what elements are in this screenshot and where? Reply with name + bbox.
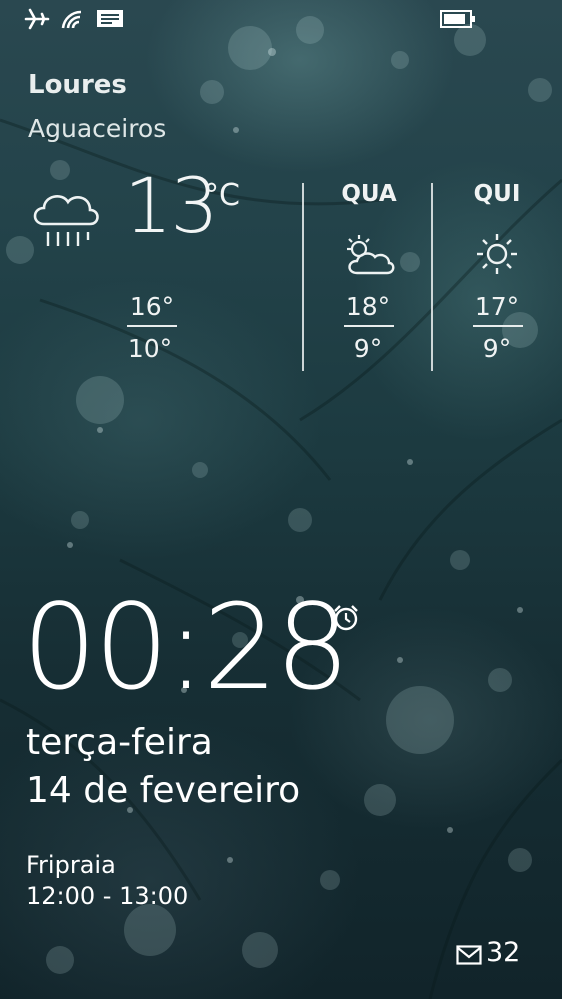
calendar-event-title: Fripraia <box>26 851 116 879</box>
mail-count: 32 <box>486 937 521 968</box>
alarm-clock-icon <box>332 604 360 632</box>
temp-divider-line <box>473 325 523 327</box>
mail-icon <box>456 945 482 965</box>
battery-icon <box>440 10 476 32</box>
forecast-day-2-low: 9° <box>482 334 512 363</box>
forecast-day-2-label: QUI <box>473 181 521 207</box>
rain-cloud-icon <box>28 188 104 254</box>
weekday-label: terça-feira <box>26 722 213 763</box>
background-rain-image <box>0 16 562 999</box>
calendar-event-time: 12:00 - 13:00 <box>26 882 189 910</box>
lock-screen-time: 00:28 <box>22 578 350 716</box>
current-low: 10° <box>127 334 173 363</box>
sun-icon <box>471 232 523 276</box>
messaging-icon <box>96 8 124 34</box>
current-temperature: 13 <box>124 161 219 250</box>
temp-divider-line <box>127 325 177 327</box>
forecast-day-1-low: 9° <box>353 334 383 363</box>
forecast-divider <box>302 183 304 371</box>
airplane-icon <box>24 8 50 34</box>
temperature-unit: °C <box>204 178 240 213</box>
forecast-day-1-high: 18° <box>345 292 391 321</box>
forecast-day-1-label: QUA <box>341 181 397 207</box>
forecast-divider <box>431 183 433 371</box>
weather-location: Loures <box>28 70 127 100</box>
status-bar <box>0 0 562 40</box>
temp-divider-line <box>344 325 394 327</box>
wifi-icon <box>60 8 84 34</box>
date-label: 14 de fevereiro <box>26 770 301 811</box>
weather-condition: Aguaceiros <box>28 114 167 143</box>
partly-cloudy-icon <box>343 233 395 277</box>
current-high: 16° <box>129 292 175 321</box>
forecast-day-2-high: 17° <box>474 292 520 321</box>
